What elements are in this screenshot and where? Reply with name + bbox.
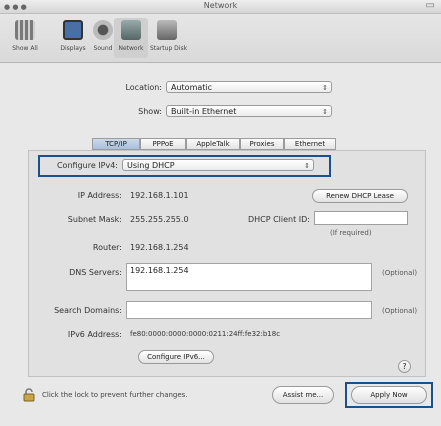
network-icon [121,20,141,40]
toolbar-label: Network [118,45,144,52]
tab-pppoe[interactable]: PPPoE [140,138,186,150]
show-label: Show: [138,107,162,116]
window-title: Network [203,1,238,10]
show-popup[interactable]: Built-in Ethernet ⇕ [166,105,332,117]
dns-servers-field[interactable]: 192.168.1.254 [126,263,372,291]
display-icon [63,20,83,40]
toolbar: Show All Displays Sound Network Startup … [0,14,441,63]
ip-address-value: 192.168.1.101 [130,191,189,200]
title-bar: ● ● ● Network ▭ [0,0,441,14]
toolbar-label: Startup Disk [150,45,188,52]
router-value: 192.168.1.254 [130,243,189,252]
toolbar-label: Show All [12,45,38,52]
lock-text: Click the lock to prevent further change… [42,391,188,399]
popup-arrows-icon: ⇕ [322,84,328,92]
speaker-icon [93,20,113,40]
disk-icon [157,20,177,40]
popup-arrows-icon: ⇕ [322,108,328,116]
configure-ipv4-popup[interactable]: Using DHCP ⇕ [122,159,314,171]
ipv6-address-value: fe80:0000:0000:0000:0211:24ff:fe32:b18c [130,330,281,338]
tab-tcpip[interactable]: TCP/IP [92,138,140,150]
dns-optional-note: (Optional) [382,269,418,277]
dns-servers-label: DNS Servers: [69,268,122,277]
configure-ipv6-button[interactable]: Configure IPv6... [138,350,214,364]
location-label: Location: [125,83,162,92]
tab-proxies[interactable]: Proxies [240,138,284,150]
toolbar-show-all[interactable]: Show All [8,20,42,52]
location-popup[interactable]: Automatic ⇕ [166,81,332,93]
router-label: Router: [92,243,122,252]
subnet-mask-label: Subnet Mask: [67,215,122,224]
subnet-mask-value: 255.255.255.0 [130,215,189,224]
toolbar-network[interactable]: Network [114,18,148,58]
lock-icon[interactable] [22,388,36,402]
location-value: Automatic [171,83,213,92]
toolbar-displays[interactable]: Displays [56,20,90,52]
search-domains-label: Search Domains: [54,306,122,315]
search-domains-field[interactable] [126,301,372,319]
dhcp-client-id-field[interactable] [314,211,408,225]
ipv6-address-label: IPv6 Address: [67,330,122,339]
content-area: Location: Automatic ⇕ Show: Built-in Eth… [0,63,441,426]
configure-ipv4-label: Configure IPv4: [56,161,118,170]
tab-ethernet[interactable]: Ethernet [284,138,336,150]
renew-dhcp-button[interactable]: Renew DHCP Lease [312,189,408,203]
apply-now-button[interactable]: Apply Now [351,386,427,404]
client-id-note: (If required) [330,229,372,237]
toolbar-label: Displays [60,45,86,52]
tab-appletalk[interactable]: AppleTalk [186,138,240,150]
network-preferences-window: ● ● ● Network ▭ Show All Displays Sound … [0,0,441,426]
footer: Click the lock to prevent further change… [0,380,441,426]
toolbar-toggle-icon[interactable]: ▭ [426,0,435,11]
toolbar-startup-disk[interactable]: Startup Disk [150,20,188,52]
assist-me-button[interactable]: Assist me... [272,386,334,404]
search-optional-note: (Optional) [382,307,418,315]
grid-icon [15,20,35,40]
help-button[interactable]: ? [398,360,411,373]
configure-ipv4-value: Using DHCP [127,161,175,170]
show-value: Built-in Ethernet [171,107,237,116]
popup-arrows-icon: ⇕ [304,162,310,170]
dhcp-client-id-label: DHCP Client ID: [247,215,310,224]
ip-address-label: IP Address: [77,191,122,200]
